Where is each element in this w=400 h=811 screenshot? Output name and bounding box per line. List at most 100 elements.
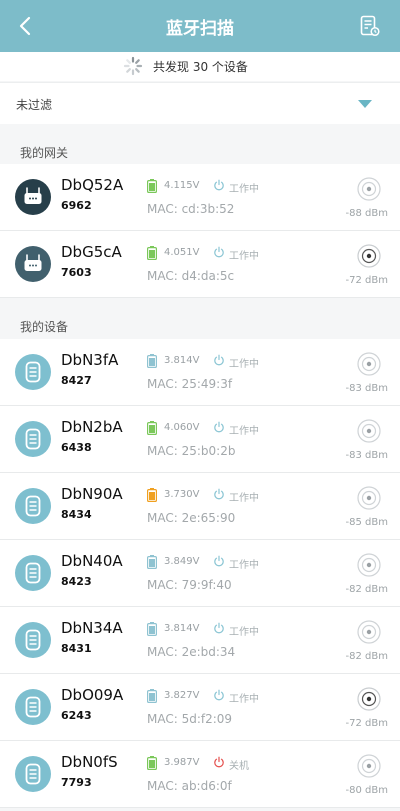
device-name: DbN0fS <box>61 753 118 771</box>
battery-voltage: 3.987V <box>164 757 200 768</box>
device-row-7[interactable]: DbN0fS 7793 3.987V 关机 MAC: ab:d6:0f -80 … <box>0 741 400 808</box>
power-icon <box>214 488 224 500</box>
mac-address: MAC: 2e:65:90 <box>147 511 236 525</box>
gateway-icon <box>15 179 51 215</box>
tag-device-icon <box>15 421 51 457</box>
signal-strength: -72 dBm <box>345 718 388 729</box>
power-icon <box>214 756 224 768</box>
signal-icon <box>357 352 381 376</box>
tag-device-icon <box>15 354 51 390</box>
device-row-2[interactable]: DbN2bA 6438 4.060V 工作中 MAC: 25:b0:2b -83… <box>0 406 400 473</box>
section-devices-label: 我的设备 <box>20 320 69 334</box>
mac-address: MAC: 79:9f:40 <box>147 578 232 592</box>
power-icon <box>214 179 224 191</box>
signal-icon <box>357 754 381 778</box>
tag-device-icon <box>15 555 51 591</box>
tag-device-icon <box>15 689 51 725</box>
device-name: DbN40A <box>61 552 123 570</box>
device-code: 7603 <box>61 266 92 279</box>
battery-voltage: 4.115V <box>164 180 200 191</box>
device-row-5[interactable]: DbN34A 8431 3.814V 工作中 MAC: 2e:bd:34 -82… <box>0 607 400 674</box>
device-status: 工作中 <box>229 560 259 571</box>
battery-voltage: 3.849V <box>164 556 200 567</box>
signal-strength: -85 dBm <box>345 517 388 528</box>
battery-voltage: 4.060V <box>164 422 200 433</box>
power-icon <box>214 246 224 258</box>
mac-address: MAC: 2e:bd:34 <box>147 645 236 659</box>
page-title: 蓝牙扫描 <box>166 19 234 39</box>
device-code: 8423 <box>61 575 92 588</box>
battery-voltage: 3.814V <box>164 355 200 366</box>
battery-icon <box>147 756 157 770</box>
mac-address: MAC: 25:49:3f <box>147 377 233 391</box>
device-code: 6438 <box>61 441 92 454</box>
battery-icon <box>147 622 157 636</box>
filter-dropdown[interactable]: 未过滤 <box>0 82 400 124</box>
gateway-row-2[interactable]: DbG5cA 7603 4.051V 工作中 MAC: d4:da:5c -72… <box>0 231 400 298</box>
tag-device-icon <box>15 622 51 658</box>
device-name: DbO09A <box>61 686 124 704</box>
device-status: 工作中 <box>229 184 259 195</box>
signal-strength: -83 dBm <box>345 383 388 394</box>
battery-icon <box>147 555 157 569</box>
device-name: DbN90A <box>61 485 123 503</box>
signal-strength: -82 dBm <box>345 651 388 662</box>
power-icon <box>214 622 224 634</box>
battery-voltage: 4.051V <box>164 247 200 258</box>
device-row-4[interactable]: DbN40A 8423 3.849V 工作中 MAC: 79:9f:40 -82… <box>0 540 400 607</box>
battery-icon <box>147 246 157 260</box>
device-row-6[interactable]: DbO09A 6243 3.827V 工作中 MAC: 5d:f2:09 -72… <box>0 674 400 741</box>
device-code: 8431 <box>61 642 92 655</box>
device-name: DbN2bA <box>61 418 123 436</box>
power-icon <box>214 354 224 366</box>
device-name: DbN3fA <box>61 351 119 369</box>
device-name: DbG5cA <box>61 243 122 261</box>
signal-strength: -72 dBm <box>345 275 388 286</box>
gateway-row-1[interactable]: DbQ52A 6962 4.115V 工作中 MAC: cd:3b:52 -88… <box>0 164 400 231</box>
signal-icon <box>357 486 381 510</box>
signal-strength: -80 dBm <box>345 785 388 796</box>
signal-strength: -82 dBm <box>345 584 388 595</box>
signal-icon <box>357 244 381 268</box>
device-code: 8427 <box>61 374 92 387</box>
filter-label: 未过滤 <box>16 98 53 112</box>
device-row-1[interactable]: DbN3fA 8427 3.814V 工作中 MAC: 25:49:3f -83… <box>0 339 400 406</box>
signal-icon <box>357 419 381 443</box>
caret-down-icon[interactable] <box>358 100 372 108</box>
app-header: 蓝牙扫描 <box>0 0 400 52</box>
mac-address: MAC: 25:b0:2b <box>147 444 236 458</box>
device-code: 8434 <box>61 508 92 521</box>
mac-address: MAC: ab:d6:0f <box>147 779 232 793</box>
scan-status-bar: 共发现 30 个设备 <box>0 52 400 81</box>
device-code: 6243 <box>61 709 92 722</box>
battery-icon <box>147 488 157 502</box>
gateway-icon <box>15 246 51 282</box>
signal-icon <box>357 620 381 644</box>
device-row-3[interactable]: DbN90A 8434 3.730V 工作中 MAC: 2e:65:90 -85… <box>0 473 400 540</box>
power-icon <box>214 689 224 701</box>
battery-icon <box>147 354 157 368</box>
signal-strength: -88 dBm <box>345 208 388 219</box>
tag-device-icon <box>15 756 51 792</box>
battery-voltage: 3.730V <box>164 489 200 500</box>
power-icon <box>214 421 224 433</box>
signal-icon <box>357 687 381 711</box>
device-status: 工作中 <box>229 694 259 705</box>
device-status: 工作中 <box>229 627 259 638</box>
mac-address: MAC: 5d:f2:09 <box>147 712 233 726</box>
signal-icon <box>357 177 381 201</box>
report-icon[interactable] <box>358 14 382 38</box>
power-icon <box>214 555 224 567</box>
device-name: DbN34A <box>61 619 123 637</box>
found-count-text: 共发现 30 个设备 <box>153 60 248 74</box>
signal-icon <box>357 553 381 577</box>
device-code: 6962 <box>61 199 92 212</box>
battery-voltage: 3.814V <box>164 623 200 634</box>
device-code: 7793 <box>61 776 92 789</box>
device-status: 关机 <box>229 761 249 772</box>
device-status: 工作中 <box>229 426 259 437</box>
device-status: 工作中 <box>229 359 259 370</box>
section-gateways-label: 我的网关 <box>20 146 69 160</box>
battery-icon <box>147 421 157 435</box>
signal-strength: -83 dBm <box>345 450 388 461</box>
